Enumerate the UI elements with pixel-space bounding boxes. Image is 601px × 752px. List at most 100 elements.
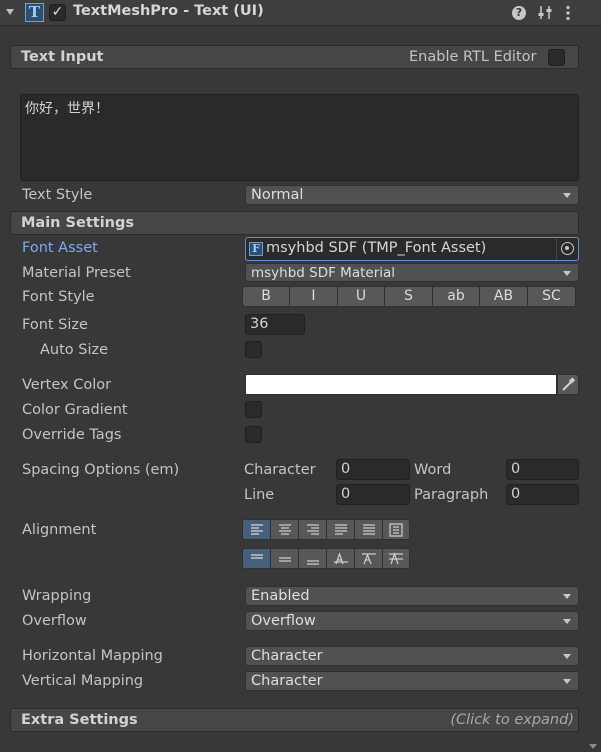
- font-asset-value: msyhbd SDF (TMP_Font Asset): [266, 240, 487, 256]
- dropdown-value: msyhbd SDF Material: [251, 265, 396, 281]
- align-left-button[interactable]: [242, 519, 270, 540]
- align-geometry-center-button[interactable]: [382, 519, 410, 540]
- align-center-button[interactable]: [270, 519, 298, 540]
- align-middle-button[interactable]: [270, 548, 298, 569]
- align-middle-icon: [278, 556, 291, 562]
- font-size-label: Font Size: [22, 317, 88, 333]
- font-asset-label: Font Asset: [22, 240, 98, 256]
- horizontal-mapping-label: Horizontal Mapping: [22, 648, 163, 664]
- lowercase-button[interactable]: ab: [432, 286, 479, 307]
- rtl-editor-checkbox[interactable]: [548, 49, 565, 66]
- font-style-button-group: B I U S ab AB SC: [242, 286, 576, 307]
- align-capline-icon: [389, 551, 403, 564]
- chevron-down-icon: [563, 654, 571, 659]
- align-midline-button[interactable]: [354, 548, 382, 569]
- wrapping-label: Wrapping: [22, 588, 92, 604]
- section-title: Main Settings: [21, 215, 134, 231]
- align-bottom-button[interactable]: [298, 548, 326, 569]
- object-picker-icon[interactable]: [561, 242, 574, 255]
- align-top-icon: [250, 553, 263, 559]
- vertex-color-swatch[interactable]: [245, 374, 557, 395]
- align-left-icon: [250, 523, 263, 535]
- text-input-section-header: Text Input Enable RTL Editor: [10, 45, 579, 69]
- dropdown-value: Character: [251, 673, 323, 689]
- component-title: TextMeshPro - Text (UI): [73, 3, 264, 19]
- object-picker-divider: [556, 238, 557, 260]
- align-justified-icon: [334, 523, 347, 535]
- vertical-mapping-label: Vertical Mapping: [22, 673, 144, 689]
- spacing-line-input[interactable]: 0: [336, 484, 410, 505]
- align-justified-button[interactable]: [326, 519, 354, 540]
- align-midline-icon: [361, 552, 376, 564]
- spacing-paragraph-input[interactable]: 0: [506, 484, 579, 505]
- align-right-button[interactable]: [298, 519, 326, 540]
- spacing-options-label: Spacing Options (em): [22, 462, 180, 478]
- text-input-value: 你好，世界！: [25, 101, 109, 117]
- horizontal-alignment-group: [242, 519, 410, 540]
- presets-icon[interactable]: [538, 4, 552, 21]
- chevron-down-icon: [563, 679, 571, 684]
- align-capline-button[interactable]: [382, 548, 410, 569]
- chevron-down-icon: [563, 594, 571, 599]
- smallcaps-button[interactable]: SC: [527, 286, 576, 307]
- font-asset-icon: F: [249, 242, 263, 256]
- align-right-icon: [306, 523, 319, 535]
- align-geometry-center-icon: [389, 522, 403, 537]
- wrapping-dropdown[interactable]: Enabled: [245, 586, 579, 606]
- extra-settings-section-header[interactable]: Extra Settings (Click to expand): [10, 708, 579, 732]
- overflow-dropdown[interactable]: Overflow: [245, 611, 579, 631]
- tmp-text-icon: T: [25, 3, 44, 22]
- text-input-area[interactable]: 你好，世界！: [20, 94, 579, 181]
- align-flush-button[interactable]: [354, 519, 382, 540]
- spacing-character-label: Character: [244, 462, 316, 478]
- underline-button[interactable]: U: [337, 286, 384, 307]
- align-baseline-button[interactable]: [326, 548, 354, 569]
- align-bottom-icon: [306, 559, 319, 565]
- strikethrough-button[interactable]: S: [384, 286, 432, 307]
- spacing-paragraph-label: Paragraph: [414, 487, 489, 503]
- dropdown-value: Overflow: [251, 613, 316, 629]
- auto-size-checkbox[interactable]: [245, 341, 262, 358]
- font-style-label: Font Style: [22, 289, 95, 305]
- enabled-checkbox[interactable]: ✓: [49, 4, 66, 21]
- spacing-character-input[interactable]: 0: [336, 459, 410, 480]
- font-asset-field[interactable]: F msyhbd SDF (TMP_Font Asset): [245, 237, 579, 261]
- material-preset-dropdown[interactable]: msyhbd SDF Material: [245, 263, 579, 282]
- expand-hint: (Click to expand): [450, 712, 574, 728]
- main-settings-section-header: Main Settings: [10, 211, 579, 235]
- uppercase-button[interactable]: AB: [479, 286, 527, 307]
- vertical-mapping-dropdown[interactable]: Character: [245, 671, 579, 691]
- text-style-label: Text Style: [22, 187, 93, 203]
- rtl-editor-label: Enable RTL Editor: [409, 49, 537, 65]
- chevron-down-icon: [563, 271, 571, 276]
- chevron-down-icon: [563, 193, 571, 198]
- section-title: Text Input: [21, 49, 104, 65]
- dropdown-value: Character: [251, 648, 323, 664]
- context-menu-icon[interactable]: [564, 4, 572, 22]
- chevron-down-icon: [563, 619, 571, 624]
- align-baseline-icon: [333, 551, 348, 564]
- horizontal-mapping-dropdown[interactable]: Character: [245, 646, 579, 666]
- scroll-down-arrow-icon[interactable]: [589, 744, 597, 749]
- align-top-button[interactable]: [242, 548, 270, 569]
- override-tags-checkbox[interactable]: [245, 426, 262, 443]
- foldout-arrow-icon[interactable]: [6, 9, 14, 15]
- component-header: T ✓ TextMeshPro - Text (UI) ?: [0, 0, 601, 26]
- help-icon[interactable]: ?: [512, 6, 526, 20]
- override-tags-label: Override Tags: [22, 427, 122, 443]
- dropdown-value: Normal: [251, 187, 304, 203]
- text-style-dropdown[interactable]: Normal: [245, 185, 579, 205]
- spacing-word-label: Word: [414, 462, 452, 478]
- overflow-label: Overflow: [22, 613, 87, 629]
- spacing-word-input[interactable]: 0: [506, 459, 579, 480]
- font-size-input[interactable]: 36: [245, 314, 305, 335]
- eyedropper-icon[interactable]: [557, 374, 579, 395]
- material-preset-label: Material Preset: [22, 265, 131, 281]
- color-gradient-label: Color Gradient: [22, 402, 128, 418]
- italic-button[interactable]: I: [289, 286, 337, 307]
- color-gradient-checkbox[interactable]: [245, 401, 262, 418]
- auto-size-label: Auto Size: [40, 342, 109, 358]
- dropdown-value: Enabled: [251, 588, 310, 604]
- align-center-icon: [278, 523, 291, 535]
- bold-button[interactable]: B: [242, 286, 289, 307]
